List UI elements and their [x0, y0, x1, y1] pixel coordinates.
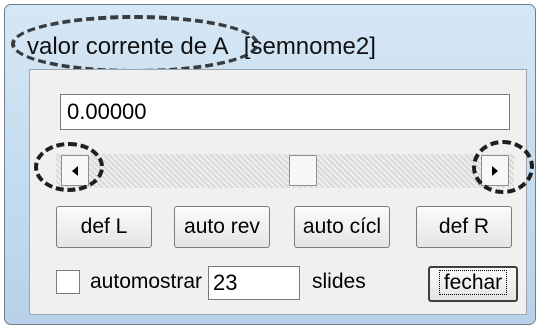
window-title-suffix: [semnome2]: [243, 33, 376, 60]
highlight-ellipse-right-arrow: [472, 140, 534, 194]
value-slider[interactable]: [56, 154, 514, 188]
auto-rev-button[interactable]: auto rev: [174, 206, 270, 248]
slider-thumb[interactable]: [289, 155, 318, 186]
auto-cicl-button[interactable]: auto cícl: [294, 206, 390, 248]
highlight-ellipse-left-arrow: [34, 142, 104, 192]
def-r-button[interactable]: def R: [416, 206, 512, 248]
def-l-button[interactable]: def L: [56, 206, 152, 248]
current-value-field[interactable]: 0.00000: [60, 94, 510, 130]
highlight-ellipse-title: [11, 15, 259, 73]
automostrar-checkbox[interactable]: [56, 270, 80, 294]
dialog-window: valor corrente de A [semnome2] 0.00000 d…: [4, 4, 536, 325]
automostrar-label: automostrar: [90, 270, 203, 293]
slides-label: slides: [312, 270, 366, 293]
dialog-client-area: 0.00000 def L auto rev auto cícl def R a…: [29, 69, 534, 315]
slides-count-field[interactable]: 23: [208, 266, 300, 300]
close-button-label: fechar: [438, 270, 508, 295]
close-button[interactable]: fechar: [428, 266, 518, 302]
